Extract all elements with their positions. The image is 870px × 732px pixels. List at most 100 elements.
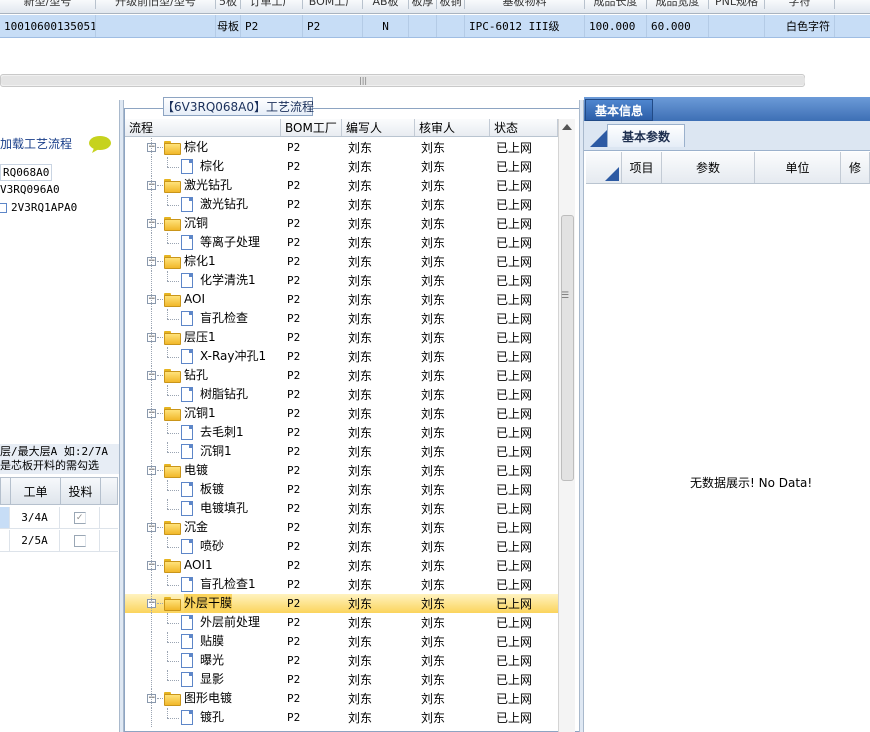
reviewer-cell: 刘东 xyxy=(421,445,446,459)
process-row[interactable]: − 图形电镀 P2 刘东 刘东 已上网 xyxy=(125,689,558,708)
process-row[interactable]: 盲孔检查1 P2 刘东 刘东 已上网 xyxy=(125,575,558,594)
process-row[interactable]: − 棕化 P2 刘东 刘东 已上网 xyxy=(125,138,558,157)
document-icon xyxy=(181,387,193,402)
reviewer-cell: 刘东 xyxy=(421,407,446,421)
top-grid-col-header[interactable]: 板厚 xyxy=(409,0,437,9)
process-row[interactable]: 化学清洗1 P2 刘东 刘东 已上网 xyxy=(125,271,558,290)
left-grid-row[interactable]: 3/4A ✓ xyxy=(0,507,118,529)
process-row[interactable]: 沉铜1 P2 刘东 刘东 已上网 xyxy=(125,442,558,461)
vertical-scrollbar[interactable]: ☰ xyxy=(558,119,575,732)
right-splitter[interactable] xyxy=(579,100,584,732)
top-grid-col-header[interactable]: PNL规格 xyxy=(709,0,765,9)
top-grid-col-header[interactable]: BOM工厂 xyxy=(303,0,363,9)
process-row[interactable]: 等离子处理 P2 刘东 刘东 已上网 xyxy=(125,233,558,252)
process-row[interactable]: − 沉金 P2 刘东 刘东 已上网 xyxy=(125,518,558,537)
process-row[interactable]: 外层前处理 P2 刘东 刘东 已上网 xyxy=(125,613,558,632)
scrollbar-thumb[interactable] xyxy=(561,215,574,481)
tree-item[interactable]: RQ068A0 xyxy=(0,163,53,181)
top-grid-col-header[interactable]: 板铜 xyxy=(437,0,465,9)
feed-checkbox[interactable]: ✓ xyxy=(73,511,86,524)
top-grid-col-header[interactable]: 5板 xyxy=(216,0,241,9)
top-grid-col-header[interactable]: AB板 xyxy=(363,0,409,9)
col-reviewer[interactable]: 核审人 xyxy=(415,119,490,136)
process-row[interactable]: 棕化 P2 刘东 刘东 已上网 xyxy=(125,157,558,176)
writer-cell: 刘东 xyxy=(348,388,373,402)
top-grid-col-header[interactable]: 新型/型号 xyxy=(0,0,96,9)
process-row[interactable]: − 激光钻孔 P2 刘东 刘东 已上网 xyxy=(125,176,558,195)
process-flow-tab[interactable]: 【6V3RQ068A0】工艺流程 xyxy=(162,97,314,116)
top-grid-col-header[interactable]: 成品长度 xyxy=(585,0,647,9)
top-grid-col-header[interactable]: 基板物料 xyxy=(465,0,585,9)
top-grid-col-header[interactable]: 订单工厂 xyxy=(241,0,303,9)
process-row[interactable]: 显影 P2 刘东 刘东 已上网 xyxy=(125,670,558,689)
chat-bubble-icon[interactable] xyxy=(88,135,112,153)
col-item[interactable]: 项目 xyxy=(622,152,662,183)
tree-connector xyxy=(167,499,168,509)
feed-checkbox[interactable] xyxy=(73,534,86,547)
col-param[interactable]: 参数 xyxy=(662,152,755,183)
top-grid-selected-row[interactable]: 10010600135051 母板 P2 P2 N IPC-6012 III级 100.00… xyxy=(0,15,870,38)
col-flow[interactable]: 流程 xyxy=(125,119,281,136)
left-grid-row[interactable]: 2/5A xyxy=(0,530,118,552)
tree-item[interactable]: V3RQ096A0 xyxy=(0,181,118,199)
writer-cell: 刘东 xyxy=(348,293,373,307)
process-row[interactable]: − 层压1 P2 刘东 刘东 已上网 xyxy=(125,328,558,347)
process-row[interactable]: − 沉铜 P2 刘东 刘东 已上网 xyxy=(125,214,558,233)
tree-connector xyxy=(167,423,168,433)
scroll-up-arrow-icon[interactable] xyxy=(562,124,572,130)
top-grid-col-header[interactable]: 字符 xyxy=(765,0,835,9)
select-all-corner[interactable] xyxy=(586,152,622,183)
document-icon xyxy=(181,653,193,668)
tree-connector xyxy=(151,252,152,271)
bom-cell: P2 xyxy=(287,369,301,382)
process-row[interactable]: 贴膜 P2 刘东 刘东 已上网 xyxy=(125,632,558,651)
process-row[interactable]: − 电镀 P2 刘东 刘东 已上网 xyxy=(125,461,558,480)
tree-connector xyxy=(167,651,168,661)
tree-connector xyxy=(167,309,168,319)
col-bom[interactable]: BOM工厂 xyxy=(281,119,342,136)
top-grid-col-header[interactable]: 成品宽度 xyxy=(647,0,709,9)
bom-cell: P2 xyxy=(287,654,301,667)
process-row[interactable]: 激光钻孔 P2 刘东 刘东 已上网 xyxy=(125,195,558,214)
document-icon xyxy=(181,501,193,516)
tree-connector xyxy=(151,290,152,309)
tree-item[interactable]: 2V3RQ1APA0 xyxy=(11,199,77,217)
process-row[interactable]: 盲孔检查 P2 刘东 刘东 已上网 xyxy=(125,309,558,328)
tab-basic-params[interactable]: 基本参数 xyxy=(607,124,685,147)
writer-cell: 刘东 xyxy=(348,711,373,725)
process-row[interactable]: 电镀填孔 P2 刘东 刘东 已上网 xyxy=(125,499,558,518)
top-grid-cell xyxy=(437,15,465,37)
status-cell: 已上网 xyxy=(496,293,533,307)
col-status[interactable]: 状态 xyxy=(490,119,558,136)
tree-connector xyxy=(157,375,163,376)
tab-basic-info[interactable]: 基本信息 xyxy=(585,99,653,121)
col-unit[interactable]: 单位 xyxy=(755,152,841,183)
process-row[interactable]: 树脂钻孔 P2 刘东 刘东 已上网 xyxy=(125,385,558,404)
scrollbar-thumb[interactable] xyxy=(1,76,805,85)
process-row[interactable]: − 外层干膜 P2 刘东 刘东 已上网 xyxy=(125,594,558,613)
tree-connector xyxy=(151,442,152,461)
bom-cell: P2 xyxy=(287,141,301,154)
process-row[interactable]: − AOI1 P2 刘东 刘东 已上网 xyxy=(125,556,558,575)
col-edit[interactable]: 修 xyxy=(841,152,870,183)
col-writer[interactable]: 编写人 xyxy=(342,119,415,136)
process-row[interactable]: 去毛刺1 P2 刘东 刘东 已上网 xyxy=(125,423,558,442)
process-row[interactable]: 曝光 P2 刘东 刘东 已上网 xyxy=(125,651,558,670)
horizontal-scrollbar[interactable]: ||| xyxy=(0,74,805,87)
tree-connector xyxy=(151,404,152,423)
process-row[interactable]: − 钻孔 P2 刘东 刘东 已上网 xyxy=(125,366,558,385)
status-cell: 已上网 xyxy=(496,445,533,459)
top-grid-col-header[interactable]: 升级前旧型/型号 xyxy=(96,0,216,9)
status-cell: 已上网 xyxy=(496,331,533,345)
grid-col-header[interactable]: 工单 xyxy=(11,478,61,504)
top-grid-cell: IPC-6012 III级 xyxy=(465,15,585,37)
process-row[interactable]: 镀孔 P2 刘东 刘东 已上网 xyxy=(125,708,558,727)
process-row[interactable]: 喷砂 P2 刘东 刘东 已上网 xyxy=(125,537,558,556)
process-row[interactable]: X-Ray冲孔1 P2 刘东 刘东 已上网 xyxy=(125,347,558,366)
process-row[interactable]: − 沉铜1 P2 刘东 刘东 已上网 xyxy=(125,404,558,423)
grid-col-header[interactable]: 投料 xyxy=(61,478,101,504)
process-row[interactable]: 板镀 P2 刘东 刘东 已上网 xyxy=(125,480,558,499)
writer-cell: 刘东 xyxy=(348,369,373,383)
process-row[interactable]: − 棕化1 P2 刘东 刘东 已上网 xyxy=(125,252,558,271)
process-row[interactable]: − AOI P2 刘东 刘东 已上网 xyxy=(125,290,558,309)
